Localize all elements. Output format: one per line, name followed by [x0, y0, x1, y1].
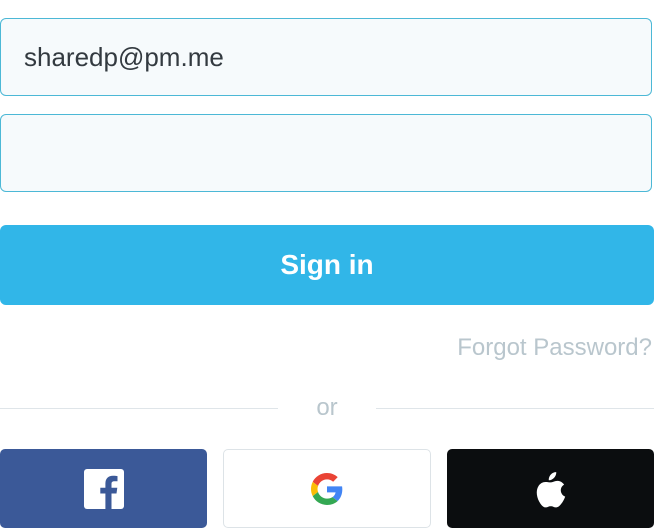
divider-right [376, 408, 654, 409]
google-login-button[interactable] [223, 449, 431, 528]
or-separator-label: or [316, 394, 338, 421]
google-icon [311, 472, 343, 505]
facebook-login-button[interactable] [0, 449, 207, 528]
facebook-icon [83, 468, 124, 509]
forgot-password-link[interactable]: Forgot Password? [457, 334, 652, 362]
apple-login-button[interactable] [447, 449, 654, 528]
sign-in-button[interactable]: Sign in [0, 225, 654, 305]
email-field[interactable] [0, 18, 652, 96]
password-field[interactable] [0, 114, 652, 192]
apple-icon [536, 471, 565, 507]
divider-left [0, 408, 278, 409]
